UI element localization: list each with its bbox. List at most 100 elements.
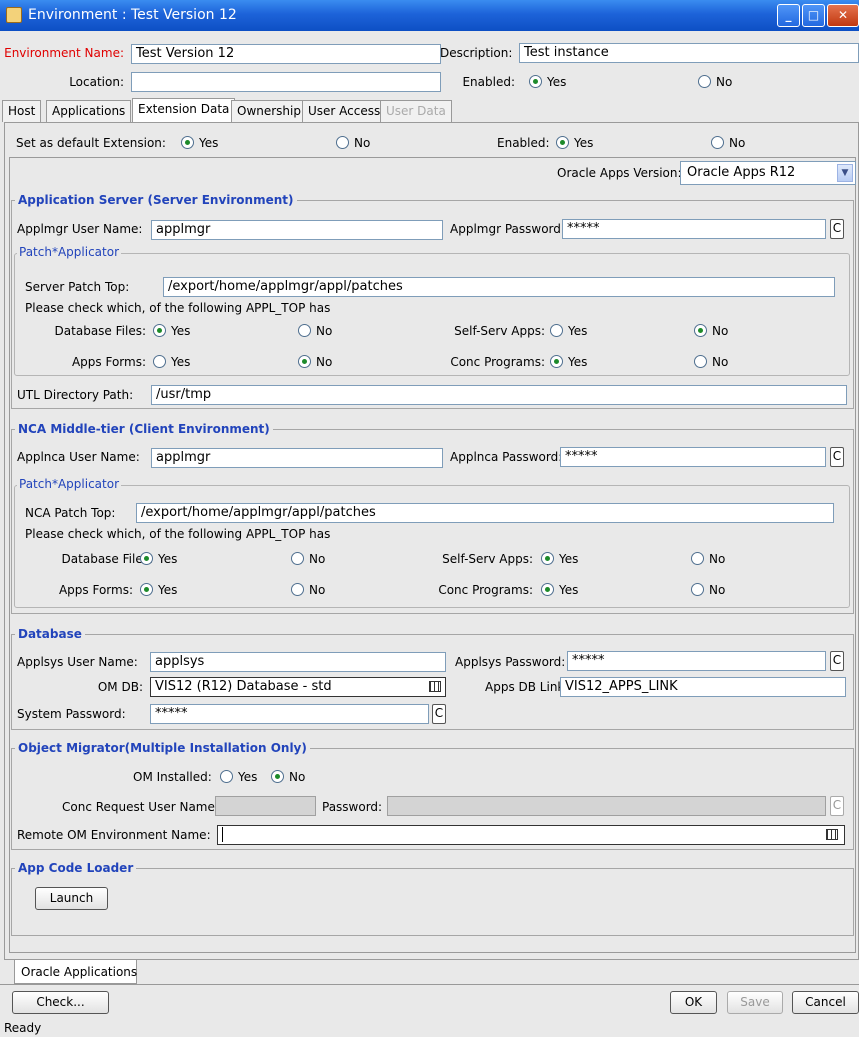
server-apps-forms-no-label: No <box>316 355 333 369</box>
server-patch-top-label: Server Patch Top: <box>25 280 130 294</box>
default-no-radio[interactable]: No <box>336 136 370 150</box>
enabled-no-radio[interactable]: No <box>698 75 732 89</box>
launch-button[interactable]: Launch <box>35 887 108 910</box>
server-conc-programs-label: Conc Programs: <box>450 355 545 369</box>
chevron-down-icon[interactable]: ▼ <box>837 164 853 182</box>
maximize-icon[interactable]: □ <box>802 4 825 27</box>
applmgr-password-field[interactable]: ***** <box>562 219 826 239</box>
nca-db-files-yes-label: Yes <box>158 552 178 566</box>
server-check-text: Please check which, of the following APP… <box>25 301 331 315</box>
applsys-user-field[interactable]: applsys <box>150 652 446 672</box>
apps-version-value: Oracle Apps R12 <box>687 165 796 180</box>
ok-button[interactable]: OK <box>670 991 717 1014</box>
om-db-label: OM DB: <box>97 680 143 694</box>
tab-applications[interactable]: Applications <box>46 100 132 122</box>
ext-enabled-yes-label: Yes <box>574 136 594 150</box>
server-apps-forms-no-radio[interactable]: No <box>298 355 332 369</box>
apps-version-select[interactable]: Oracle Apps R12 ▼ <box>680 161 856 185</box>
applnca-password-c-button[interactable]: C <box>830 447 844 467</box>
enabled-yes-radio[interactable]: Yes <box>529 75 566 89</box>
save-button: Save <box>727 991 783 1014</box>
nca-self-serv-yes-radio[interactable]: Yes <box>541 552 578 566</box>
tab-ownership[interactable]: Ownership <box>231 100 307 122</box>
status-text: Ready <box>4 1021 42 1035</box>
nca-db-files-no-label: No <box>309 552 326 566</box>
radio-checked-icon <box>181 136 194 149</box>
server-db-files-yes-radio[interactable]: Yes <box>153 324 190 338</box>
applnca-password-field[interactable]: ***** <box>560 447 826 467</box>
ext-enabled-no-radio[interactable]: No <box>711 136 745 150</box>
nca-apps-forms-no-label: No <box>309 583 326 597</box>
utl-path-field[interactable]: /usr/tmp <box>151 385 847 405</box>
location-field[interactable] <box>131 72 441 92</box>
close-icon[interactable]: ✕ <box>827 4 859 27</box>
om-db-field[interactable]: VIS12 (R12) Database - std <box>150 677 446 697</box>
tab-oracle-applications[interactable]: Oracle Applications <box>14 960 137 984</box>
system-password-field[interactable]: ***** <box>150 704 429 724</box>
conc-request-user-label: Conc Request User Name: <box>62 800 219 814</box>
applnca-password-label: Applnca Password: <box>450 450 563 464</box>
nca-apps-forms-label: Apps Forms: <box>58 583 133 597</box>
app-code-loader-title: App Code Loader <box>15 861 137 875</box>
om-password-c-button: C <box>830 796 844 816</box>
tab-user-access[interactable]: User Access <box>302 100 387 122</box>
remote-om-env-field[interactable] <box>217 825 845 845</box>
applmgr-password-c-button[interactable]: C <box>830 219 844 239</box>
om-installed-yes-label: Yes <box>238 770 258 784</box>
nca-self-serv-no-label: No <box>709 552 726 566</box>
server-self-serv-yes-label: Yes <box>568 324 588 338</box>
divider <box>0 984 859 985</box>
nca-conc-yes-radio[interactable]: Yes <box>541 583 578 597</box>
env-name-field[interactable]: Test Version 12 <box>131 44 441 64</box>
description-field[interactable]: Test instance <box>519 43 859 63</box>
cancel-button[interactable]: Cancel <box>792 991 859 1014</box>
minimize-icon[interactable]: _ <box>777 4 800 27</box>
table-lookup-icon[interactable] <box>826 829 838 840</box>
table-lookup-icon[interactable] <box>429 681 441 692</box>
environment-dialog: Environment : Test Version 12 _ □ ✕ Envi… <box>0 0 859 1037</box>
ext-enabled-yes-radio[interactable]: Yes <box>556 136 593 150</box>
default-yes-radio[interactable]: Yes <box>181 136 218 150</box>
server-conc-no-radio[interactable]: No <box>694 355 728 369</box>
nca-patch-top-field[interactable]: /export/home/applmgr/appl/patches <box>136 503 834 523</box>
radio-checked-icon <box>140 583 153 596</box>
tab-host[interactable]: Host <box>2 100 42 122</box>
server-db-files-no-radio[interactable]: No <box>298 324 332 338</box>
server-apps-forms-yes-label: Yes <box>171 355 191 369</box>
server-self-serv-yes-radio[interactable]: Yes <box>550 324 587 338</box>
server-patch-top-field[interactable]: /export/home/applmgr/appl/patches <box>163 277 835 297</box>
enabled-no-label: No <box>716 75 733 89</box>
nca-check-text: Please check which, of the following APP… <box>25 527 331 541</box>
applmgr-user-field[interactable]: applmgr <box>151 220 443 240</box>
env-name-label: Environment Name: <box>4 46 124 60</box>
tab-extension-data[interactable]: Extension Data <box>132 98 236 122</box>
radio-unchecked-icon <box>298 324 311 337</box>
radio-checked-icon <box>529 75 542 88</box>
nca-apps-forms-no-radio[interactable]: No <box>291 583 325 597</box>
system-password-c-button[interactable]: C <box>432 704 446 724</box>
applnca-user-field[interactable]: applmgr <box>151 448 443 468</box>
nca-title: NCA Middle-tier (Client Environment) <box>15 422 273 436</box>
enabled-yes-label: Yes <box>547 75 567 89</box>
server-self-serv-no-label: No <box>712 324 729 338</box>
nca-apps-forms-yes-radio[interactable]: Yes <box>140 583 177 597</box>
title-bar[interactable]: Environment : Test Version 12 _ □ ✕ <box>0 0 859 31</box>
applsys-password-c-button[interactable]: C <box>830 651 844 671</box>
radio-checked-icon <box>550 355 563 368</box>
server-conc-yes-radio[interactable]: Yes <box>550 355 587 369</box>
server-apps-forms-yes-radio[interactable]: Yes <box>153 355 190 369</box>
om-installed-no-radio[interactable]: No <box>271 770 305 784</box>
nca-conc-yes-label: Yes <box>559 583 579 597</box>
applsys-password-field[interactable]: ***** <box>567 651 826 671</box>
check-button[interactable]: Check... <box>12 991 109 1014</box>
server-self-serv-no-radio[interactable]: No <box>694 324 728 338</box>
nca-db-files-label: Database Files: <box>61 552 153 566</box>
nca-db-files-no-radio[interactable]: No <box>291 552 325 566</box>
applsys-password-label: Applsys Password: <box>455 655 566 669</box>
nca-db-files-yes-radio[interactable]: Yes <box>140 552 177 566</box>
om-installed-yes-radio[interactable]: Yes <box>220 770 257 784</box>
ext-enabled-no-label: No <box>729 136 746 150</box>
nca-self-serv-no-radio[interactable]: No <box>691 552 725 566</box>
nca-conc-no-radio[interactable]: No <box>691 583 725 597</box>
apps-db-link-field[interactable]: VIS12_APPS_LINK <box>560 677 846 697</box>
